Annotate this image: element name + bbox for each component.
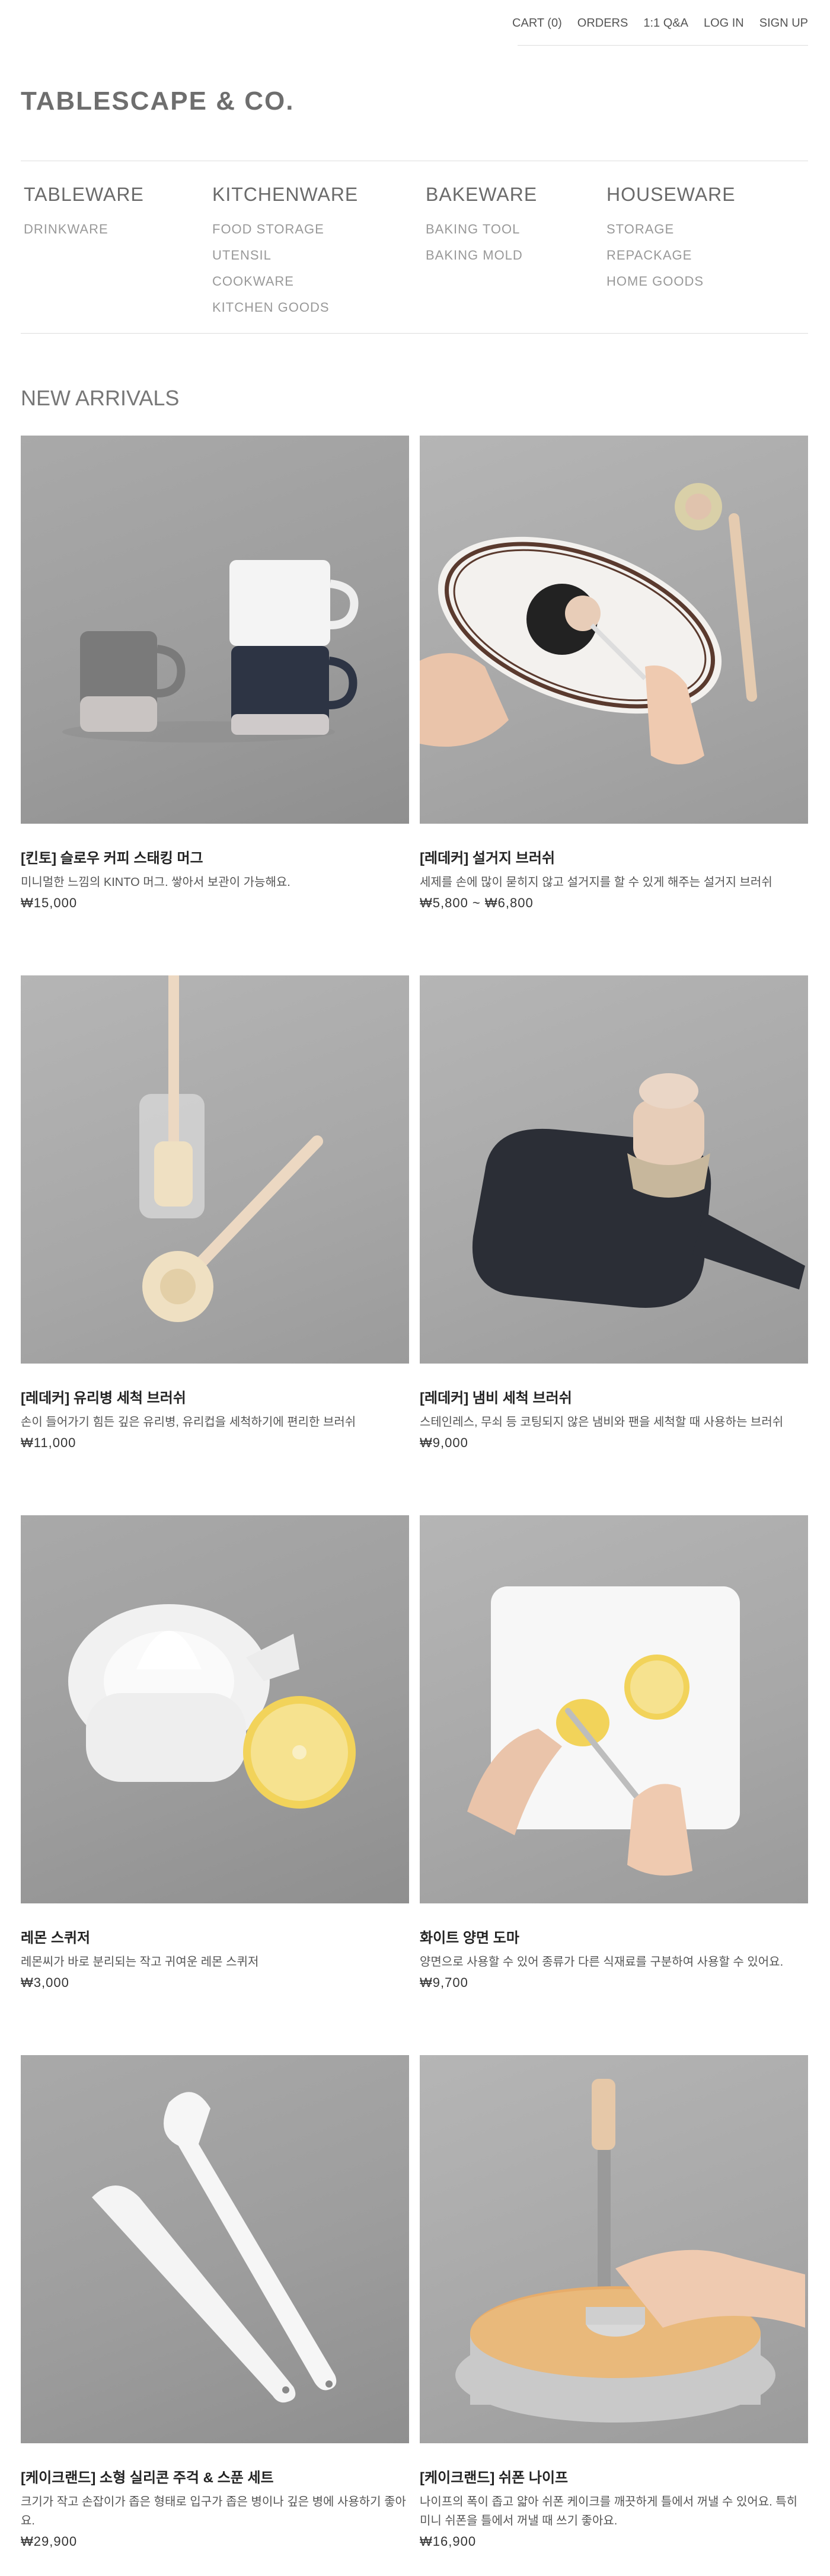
product-image-lemon-squeezer[interactable]	[21, 1515, 409, 1903]
category-title[interactable]: HOUSEWARE	[606, 184, 736, 206]
product-description: 나이프의 폭이 좁고 얇아 쉬폰 케이크를 깨끗하게 틀에서 꺼낼 수 있어요.…	[420, 2495, 798, 2527]
product-card[interactable]: [레데커] 냄비 세척 브러쉬 스테인레스, 무쇠 등 코팅되지 않은 냄비와 …	[420, 975, 808, 1451]
product-price: ₩16,900	[420, 2534, 477, 2549]
product-image-pot-brush[interactable]	[420, 975, 808, 1364]
menu-divider-bottom	[21, 333, 808, 334]
subcategory-link[interactable]: COOKWARE	[212, 268, 358, 295]
qna-link[interactable]: 1:1 Q&A	[643, 17, 688, 30]
product-name[interactable]: [킨토] 슬로우 커피 스태킹 머그	[21, 846, 409, 867]
category-houseware: HOUSEWARE STORAGE REPACKAGE HOME GOODS	[606, 184, 736, 295]
product-price: ₩5,800 ~ ₩6,800	[420, 895, 534, 910]
product-price: ₩9,700	[420, 1975, 468, 1990]
top-divider	[518, 45, 808, 46]
subcategory-link[interactable]: STORAGE	[606, 216, 736, 242]
subcategory-link[interactable]: UTENSIL	[212, 242, 358, 268]
product-name[interactable]: 레몬 스퀴저	[21, 1926, 409, 1947]
category-title[interactable]: TABLEWARE	[24, 184, 144, 206]
subcategory-link[interactable]: REPACKAGE	[606, 242, 736, 268]
product-description: 스테인레스, 무쇠 등 코팅되지 않은 냄비와 팬을 세척할 때 사용하는 브러…	[420, 1416, 784, 1429]
subcategory-link[interactable]: HOME GOODS	[606, 268, 736, 295]
product-name[interactable]: [레데커] 유리병 세척 브러쉬	[21, 1386, 409, 1407]
subcategory-link[interactable]: KITCHEN GOODS	[212, 295, 358, 321]
product-price: ₩11,000	[21, 1435, 76, 1450]
category-kitchenware: KITCHENWARE FOOD STORAGE UTENSIL COOKWAR…	[212, 184, 358, 321]
subcategory-link[interactable]: DRINKWARE	[24, 216, 144, 242]
product-card[interactable]: 화이트 양면 도마 양면으로 사용할 수 있어 종류가 다른 식재료를 구분하여…	[420, 1515, 808, 1991]
login-link[interactable]: LOG IN	[704, 17, 744, 30]
signup-link[interactable]: SIGN UP	[759, 17, 808, 30]
product-card[interactable]: [레데커] 유리병 세척 브러쉬 손이 들어가기 힘든 깊은 유리병, 유리컵을…	[21, 975, 409, 1451]
product-price: ₩29,900	[21, 2534, 78, 2549]
product-image-stacking-mugs[interactable]	[21, 436, 409, 824]
product-price: ₩9,000	[420, 1435, 468, 1450]
product-description: 레몬씨가 바로 분리되는 작고 귀여운 레몬 스퀴저	[21, 1956, 259, 1969]
product-card[interactable]: [케이크랜드] 쉬폰 나이프 나이프의 폭이 좁고 얇아 쉬폰 케이크를 깨끗하…	[420, 2055, 808, 2549]
product-image-cutting-board[interactable]	[420, 1515, 808, 1903]
product-image-bottle-brush[interactable]	[21, 975, 409, 1364]
top-utility-nav: CART (0) ORDERS 1:1 Q&A LOG IN SIGN UP	[512, 17, 808, 30]
product-price: ₩3,000	[21, 1975, 69, 1990]
product-description: 세제를 손에 많이 묻히지 않고 설거지를 할 수 있게 해주는 설거지 브러쉬	[420, 876, 772, 889]
subcategory-link[interactable]: BAKING MOLD	[426, 242, 537, 268]
product-description: 양면으로 사용할 수 있어 종류가 다른 식재료를 구분하여 사용할 수 있어요…	[420, 1956, 784, 1969]
product-description: 크기가 작고 손잡이가 좁은 형태로 입구가 좁은 병이나 깊은 병에 사용하기…	[21, 2495, 406, 2527]
product-card[interactable]: 레몬 스퀴저 레몬씨가 바로 분리되는 작고 귀여운 레몬 스퀴저 ₩3,000	[21, 1515, 409, 1991]
product-name[interactable]: [케이크랜드] 소형 실리콘 주걱 & 스푼 세트	[21, 2466, 409, 2487]
product-name[interactable]: [레데커] 냄비 세척 브러쉬	[420, 1386, 808, 1407]
category-tableware: TABLEWARE DRINKWARE	[24, 184, 144, 242]
category-title[interactable]: KITCHENWARE	[212, 184, 358, 206]
product-image-chiffon-knife[interactable]	[420, 2055, 808, 2443]
product-image-silicone-spatula[interactable]	[21, 2055, 409, 2443]
subcategory-link[interactable]: FOOD STORAGE	[212, 216, 358, 242]
product-card[interactable]: [킨토] 슬로우 커피 스태킹 머그 미니멀한 느낌의 KINTO 머그. 쌓아…	[21, 436, 409, 911]
product-description: 미니멀한 느낌의 KINTO 머그. 쌓아서 보관이 가능해요.	[21, 876, 290, 889]
category-bakeware: BAKEWARE BAKING TOOL BAKING MOLD	[426, 184, 537, 268]
product-name[interactable]: [케이크랜드] 쉬폰 나이프	[420, 2466, 808, 2487]
site-logo[interactable]: TABLESCAPE & CO.	[21, 87, 294, 116]
product-card[interactable]: [레데커] 설거지 브러쉬 세제를 손에 많이 묻히지 않고 설거지를 할 수 …	[420, 436, 808, 911]
cart-link[interactable]: CART (0)	[512, 17, 562, 30]
section-title: NEW ARRIVALS	[21, 386, 180, 410]
product-description: 손이 들어가기 힘든 깊은 유리병, 유리컵을 세척하기에 편리한 브러쉬	[21, 1416, 356, 1429]
product-card[interactable]: [케이크랜드] 소형 실리콘 주걱 & 스푼 세트 크기가 작고 손잡이가 좁은…	[21, 2055, 409, 2549]
orders-link[interactable]: ORDERS	[577, 17, 628, 30]
product-name[interactable]: 화이트 양면 도마	[420, 1926, 808, 1947]
product-image-dish-brush[interactable]	[420, 436, 808, 824]
product-name[interactable]: [레데커] 설거지 브러쉬	[420, 846, 808, 867]
product-price: ₩15,000	[21, 895, 78, 910]
subcategory-link[interactable]: BAKING TOOL	[426, 216, 537, 242]
category-title[interactable]: BAKEWARE	[426, 184, 537, 206]
